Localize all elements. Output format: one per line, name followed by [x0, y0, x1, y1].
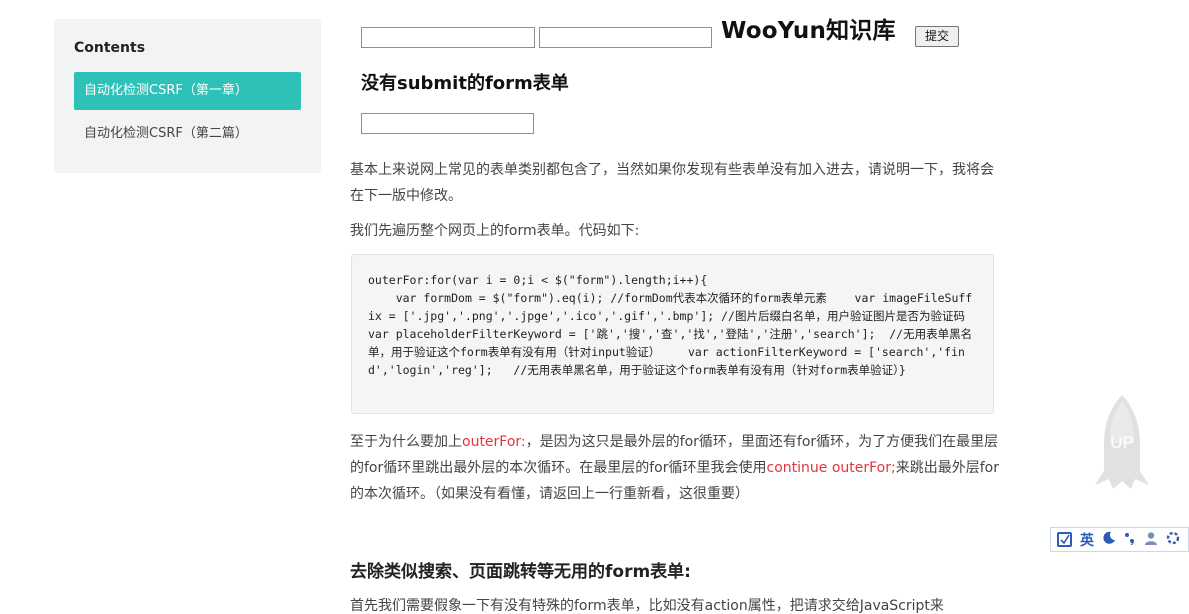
- toc-title: Contents: [74, 40, 146, 56]
- submit-button[interactable]: 提交: [915, 26, 959, 47]
- toc-panel: Contents 自动化检测CSRF（第一章） 自动化检测CSRF（第二篇）: [54, 19, 321, 173]
- demo-input-3[interactable]: [361, 113, 534, 134]
- code-ref-outerfor: outerFor:: [462, 434, 526, 450]
- checkbox-icon[interactable]: [1057, 532, 1072, 547]
- back-to-top-button[interactable]: UP: [1089, 393, 1155, 493]
- settings-icon[interactable]: [1166, 531, 1180, 549]
- toc-item-chapter-2[interactable]: 自动化检测CSRF（第二篇）: [74, 115, 301, 153]
- paragraph-4: 首先我们需要假象一下有没有特殊的form表单，比如没有action属性，把请求交…: [350, 598, 944, 614]
- moon-icon[interactable]: [1102, 531, 1116, 549]
- ime-toolbar[interactable]: 英: [1050, 527, 1189, 552]
- demo-heading: WooYun知识库: [721, 18, 896, 44]
- section-heading: 去除类似搜索、页面跳转等无用的form表单:: [350, 562, 691, 582]
- paragraph-3: 至于为什么要加上outerFor:，是因为这只是最外层的for循环，里面还有fo…: [350, 429, 1000, 507]
- paragraph-2: 我们先遍历整个网页上的form表单。代码如下:: [350, 223, 640, 239]
- ime-language[interactable]: 英: [1080, 530, 1094, 550]
- paragraph-1: 基本上来说网上常见的表单类别都包含了，当然如果你发现有些表单没有加入进去，请说明…: [350, 162, 994, 204]
- demo-input-2[interactable]: [539, 27, 712, 48]
- p3-text-1: 至于为什么要加上: [350, 434, 462, 450]
- demo-subheading: 没有submit的form表单: [361, 73, 569, 94]
- back-to-top-label: UP: [1110, 433, 1134, 452]
- punctuation-icon[interactable]: [1124, 531, 1136, 549]
- user-icon[interactable]: [1144, 531, 1158, 549]
- demo-input-1[interactable]: [361, 27, 535, 48]
- toc-item-chapter-1[interactable]: 自动化检测CSRF（第一章）: [74, 72, 301, 110]
- code-ref-continue: continue outerFor;: [766, 460, 896, 476]
- code-block: outerFor:for(var i = 0;i < $("form").len…: [351, 254, 994, 414]
